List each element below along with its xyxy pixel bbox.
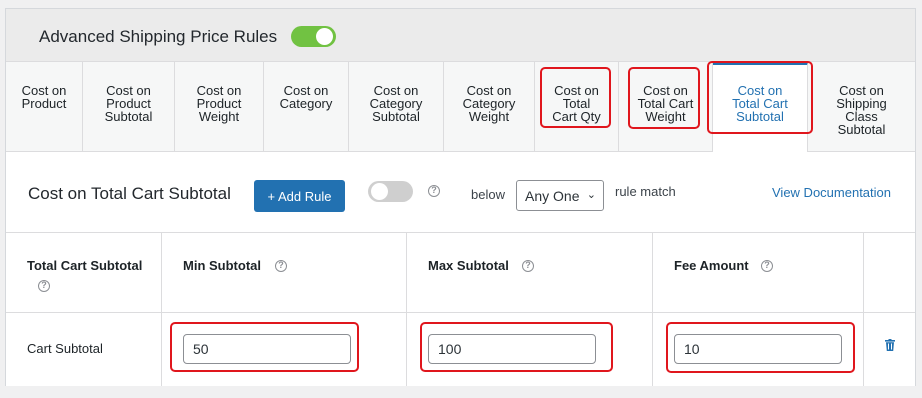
header-cell: Fee Amount ? [653,233,864,312]
question-circle-icon[interactable]: ? [761,260,773,272]
min-subtotal-input[interactable]: 50 [183,334,351,364]
section-title: Cost on Total Cart Subtotal [28,184,231,203]
question-circle-icon[interactable]: ? [428,185,440,197]
table-row: Cart Subtotal 50 100 10 [6,313,915,386]
below-label: below [471,187,505,202]
max-cell: 100 [407,313,653,386]
tab-cost-on-product-subtotal[interactable]: Cost on Product Subtotal [83,62,175,152]
tab-cost-on-category-weight[interactable]: Cost on Category Weight [444,62,535,152]
match-select-value: Any One [525,188,580,204]
min-cell: 50 [162,313,407,386]
rule-match-label: rule match [615,184,676,199]
chevron-down-icon: ⌄ [586,189,596,201]
row-label: Cart Subtotal [27,341,103,356]
fee-amount-input[interactable]: 10 [674,334,842,364]
add-rule-button[interactable]: + Add Rule [254,180,345,212]
header-fee-amount: Fee Amount [674,258,749,273]
tab-cost-on-category[interactable]: Cost on Category [264,62,349,152]
tab-cost-on-total-cart-weight[interactable]: Cost on Total Cart Weight [619,62,713,152]
rules-table: Total Cart Subtotal ? Min Subtotal ? Max… [6,232,915,386]
rule-content: Cost on Total Cart Subtotal + Add Rule ?… [6,152,915,386]
enable-toggle[interactable] [291,26,336,47]
tab-cost-on-total-cart-qty[interactable]: Cost on Total Cart Qty [535,62,619,152]
row-label-cell: Cart Subtotal [6,313,162,386]
max-subtotal-input[interactable]: 100 [428,334,596,364]
question-circle-icon[interactable]: ? [275,260,287,272]
header-min-subtotal: Min Subtotal [183,258,261,273]
view-documentation-link[interactable]: View Documentation [772,185,891,200]
tab-cost-on-product-weight[interactable]: Cost on Product Weight [175,62,264,152]
settings-panel: Advanced Shipping Price Rules Cost on Pr… [5,8,916,386]
header-cell: Max Subtotal ? [407,233,653,312]
header-max-subtotal: Max Subtotal [428,258,509,273]
fee-cell: 10 [653,313,864,386]
question-circle-icon[interactable]: ? [38,280,50,292]
table-header-row: Total Cart Subtotal ? Min Subtotal ? Max… [6,233,915,313]
question-circle-icon[interactable]: ? [522,260,534,272]
tab-cost-on-category-subtotal[interactable]: Cost on Category Subtotal [349,62,444,152]
header-total-cart-subtotal: Total Cart Subtotal [27,258,143,273]
section-enable-toggle[interactable] [368,181,413,202]
match-select[interactable]: Any One ⌄ [516,180,604,211]
panel-header: Advanced Shipping Price Rules [6,9,915,62]
rule-tabs: Cost on Product Cost on Product Subtotal… [6,62,915,153]
header-cell: Total Cart Subtotal ? [6,233,162,312]
trash-icon[interactable] [885,339,895,351]
tab-cost-on-product[interactable]: Cost on Product [6,62,83,152]
tab-cost-on-shipping-class-subtotal[interactable]: Cost on Shipping Class Subtotal [808,62,915,152]
page-title: Advanced Shipping Price Rules [39,27,278,46]
header-cell: Min Subtotal ? [162,233,407,312]
tab-cost-on-total-cart-subtotal[interactable]: Cost on Total Cart Subtotal [713,62,808,153]
